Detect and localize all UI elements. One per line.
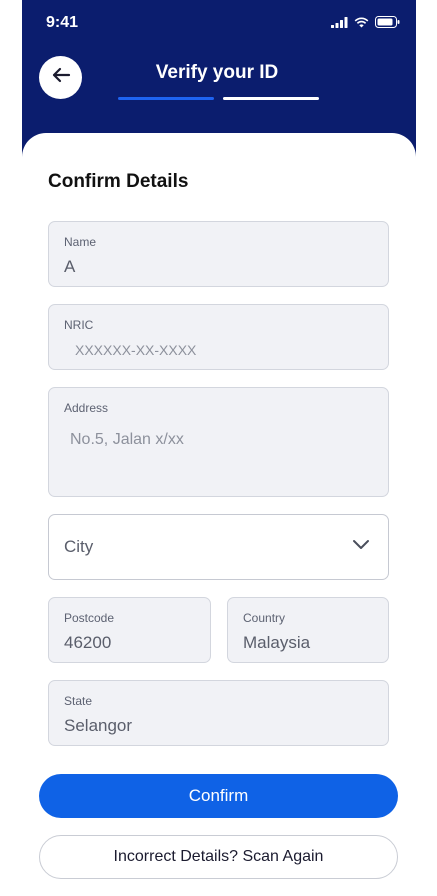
state-value: Selangor	[64, 716, 133, 735]
nric-label: NRIC	[64, 318, 94, 332]
address-field[interactable]: Address No.5, Jalan x/xx	[48, 387, 389, 497]
signal-icon	[331, 15, 348, 33]
progress-step-2	[223, 97, 319, 100]
name-value: A	[64, 257, 76, 276]
battery-icon	[375, 15, 400, 33]
confirm-button[interactable]: Confirm	[39, 774, 398, 818]
name-label: Name	[64, 235, 97, 249]
status-time: 9:41	[46, 14, 79, 31]
city-select[interactable]: City	[48, 514, 389, 580]
chevron-down-icon	[352, 537, 370, 555]
scroll-fade	[22, 747, 416, 767]
address-label: Address	[64, 401, 109, 415]
country-label: Country	[243, 611, 286, 625]
back-button[interactable]	[39, 56, 82, 99]
status-icons	[331, 15, 400, 33]
state-field[interactable]: State Selangor	[48, 680, 389, 746]
postcode-label: Postcode	[64, 611, 115, 625]
phone-screen: 9:41 Verify your ID Confirm Details Name…	[22, 0, 416, 896]
scan-again-button[interactable]: Incorrect Details? Scan Again	[39, 835, 398, 879]
postcode-value: 46200	[64, 633, 112, 652]
name-field[interactable]: Name A	[48, 221, 389, 287]
nric-placeholder: XXXXXX-XX-XXXX	[75, 342, 197, 358]
nric-field[interactable]: NRIC XXXXXX-XX-XXXX	[48, 304, 389, 370]
wifi-icon	[354, 15, 369, 33]
city-select-value: City	[64, 537, 94, 556]
state-label: State	[64, 694, 93, 708]
country-value: Malaysia	[243, 633, 311, 652]
arrow-left-icon	[51, 67, 71, 88]
section-title: Confirm Details	[48, 171, 189, 192]
postcode-field[interactable]: Postcode 46200	[48, 597, 211, 663]
address-placeholder: No.5, Jalan x/xx	[70, 431, 184, 448]
progress-step-1	[118, 97, 214, 100]
status-bar: 9:41	[22, 0, 416, 46]
country-field[interactable]: Country Malaysia	[227, 597, 389, 663]
page-title: Verify your ID	[155, 62, 279, 83]
